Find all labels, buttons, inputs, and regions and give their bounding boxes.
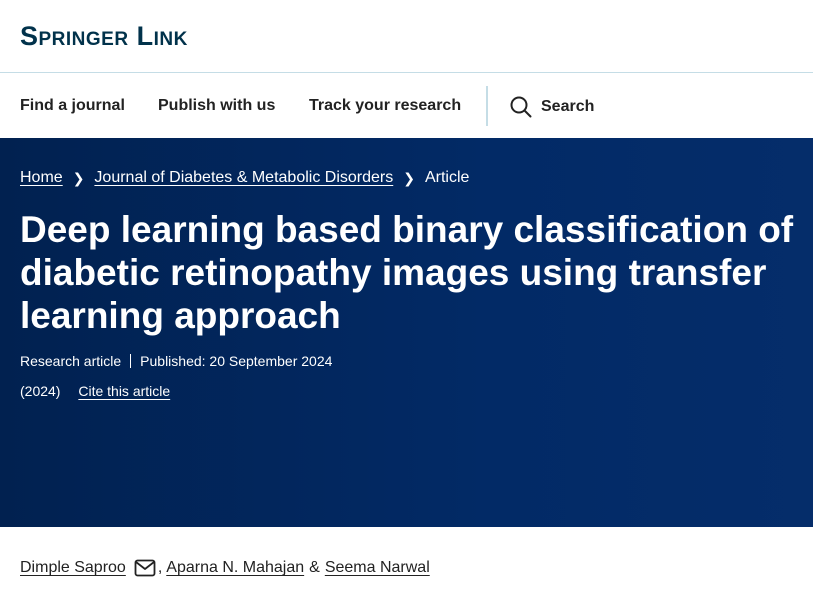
envelope-icon[interactable] (134, 559, 156, 577)
article-title: Deep learning based binary classificatio… (20, 209, 794, 336)
author-link[interactable]: Seema Narwal (325, 558, 430, 578)
springer-link-logo[interactable]: Springer Link (20, 20, 188, 52)
article-citation-row: (2024) Cite this article (20, 382, 170, 400)
chevron-right-icon: ❯ (403, 170, 415, 186)
article-hero: Home ❯ Journal of Diabetes & Metabolic D… (0, 138, 813, 527)
nav-divider (486, 86, 488, 126)
search-icon (510, 96, 532, 118)
site-header: Springer Link (0, 0, 813, 73)
breadcrumb-journal[interactable]: Journal of Diabetes & Metabolic Disorder… (94, 168, 393, 188)
author-list: Dimple Saproo , Aparna N. Mahajan & Seem… (20, 558, 430, 578)
article-type: Research article (20, 353, 122, 369)
main-nav: Find a journal Publish with us Track you… (0, 74, 813, 138)
breadcrumb-current: Article (424, 169, 470, 186)
search-button[interactable]: Search (510, 96, 594, 118)
author-link[interactable]: Aparna N. Mahajan (166, 558, 304, 578)
chevron-right-icon: ❯ (72, 170, 85, 186)
breadcrumb: Home ❯ Journal of Diabetes & Metabolic D… (20, 168, 469, 188)
nav-find-a-journal[interactable]: Find a journal (20, 96, 125, 116)
article-meta: Research article Published: 20 September… (20, 352, 332, 370)
cite-this-article-link[interactable]: Cite this article (78, 383, 170, 399)
author-separator: & (309, 559, 320, 576)
search-label: Search (541, 98, 595, 115)
nav-publish-with-us[interactable]: Publish with us (158, 96, 275, 116)
author-separator: , (157, 559, 163, 576)
author-link[interactable]: Dimple Saproo (20, 558, 126, 578)
article-year: (2024) (20, 383, 61, 399)
breadcrumb-home[interactable]: Home (20, 168, 63, 188)
published-date: Published: 20 September 2024 (140, 353, 333, 369)
nav-track-your-research[interactable]: Track your research (309, 96, 461, 116)
meta-divider (130, 354, 132, 368)
